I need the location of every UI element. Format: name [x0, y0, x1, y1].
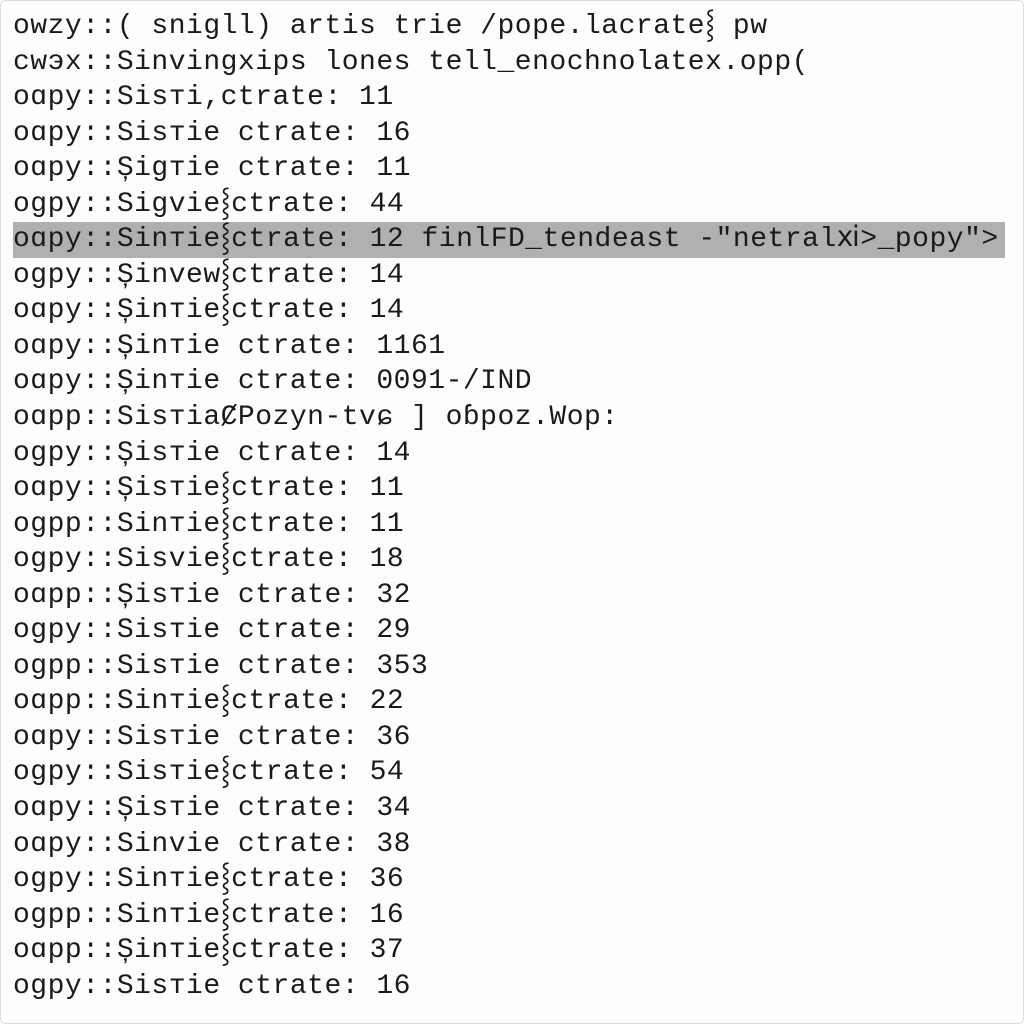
terminal-line[interactable]: ogpy::Sisтie ctrate: 16 [13, 969, 1011, 1005]
terminal-line[interactable]: oɑpp::SisтiaȻPozyn-tvɕ ] oɓpoz.Wop: [13, 400, 1011, 436]
terminal-line[interactable]: oɑpy::Sisтie ctrate: 16 [13, 116, 1011, 152]
terminal-line[interactable]: oɑpy::Sinvie ctrate: 38 [13, 827, 1011, 863]
terminal-line[interactable]: ogpy::Sisтie⸾ctrate: 54 [13, 755, 1011, 791]
highlighted-line[interactable]: oɑpy::Sinтie⸾ctrate: 12 finlFD_tendeast … [13, 222, 1005, 258]
terminal-line[interactable]: oɑpy::Sinтie⸾ctrate: 12 finlFD_tendeast … [13, 222, 1011, 258]
terminal-line[interactable]: oɑpy::Șinтie ctrate: 1161 [13, 329, 1011, 365]
terminal-line[interactable]: oɑpp::Sinтie⸾ctrate: 22 [13, 684, 1011, 720]
terminal-line[interactable]: cwэx::Sinvingxips lones tell_enochnolate… [13, 45, 1011, 81]
terminal-line[interactable]: oɑpy::Șinтie⸾ctrate: 14 [13, 293, 1011, 329]
terminal-line[interactable]: oɑpy::Șisтie⸾ctrate: 11 [13, 471, 1011, 507]
terminal-line[interactable]: ogpy::Sigvie⸾ctrate: 44 [13, 187, 1011, 223]
terminal-line[interactable]: owzy::( snigll) artis trie /pope.lacrate… [13, 9, 1011, 45]
terminal-line[interactable]: oɑpp::Șinтie⸾ctrate: 37 [13, 933, 1011, 969]
terminal-output[interactable]: owzy::( snigll) artis trie /pope.lacrate… [13, 9, 1011, 1004]
terminal-line[interactable]: ogpy::Șinvew⸾ctrate: 14 [13, 258, 1011, 294]
terminal-line[interactable]: ogpp::Sisтie ctrate: 353 [13, 649, 1011, 685]
terminal-line[interactable]: oɑpy::Șigтie ctrate: 11 [13, 151, 1011, 187]
terminal-line[interactable]: ogpy::Sisтie ctrate: 29 [13, 613, 1011, 649]
terminal-line[interactable]: oɑpp::Șisтie ctrate: 32 [13, 578, 1011, 614]
terminal-line[interactable]: oɑpy::Sisтi,ctrate: 11 [13, 80, 1011, 116]
terminal-line[interactable]: ogpy::Șisтie ctrate: 14 [13, 436, 1011, 472]
terminal-line[interactable]: ogpy::Sisvie⸾ctrate: 18 [13, 542, 1011, 578]
terminal-line[interactable]: oɑpy::Șisтie ctrate: 34 [13, 791, 1011, 827]
terminal-line[interactable]: ogpp::Sinтie⸾ctrate: 11 [13, 507, 1011, 543]
terminal-line[interactable]: oɑpy::Șinтie ctrate: 0091-/IND [13, 364, 1011, 400]
terminal-line[interactable]: ogpy::Sinтie⸾ctrate: 36 [13, 862, 1011, 898]
terminal-line[interactable]: oɑpy::Sisтie ctrate: 36 [13, 720, 1011, 756]
terminal-line[interactable]: ogpp::Sinтie⸾ctrate: 16 [13, 898, 1011, 934]
